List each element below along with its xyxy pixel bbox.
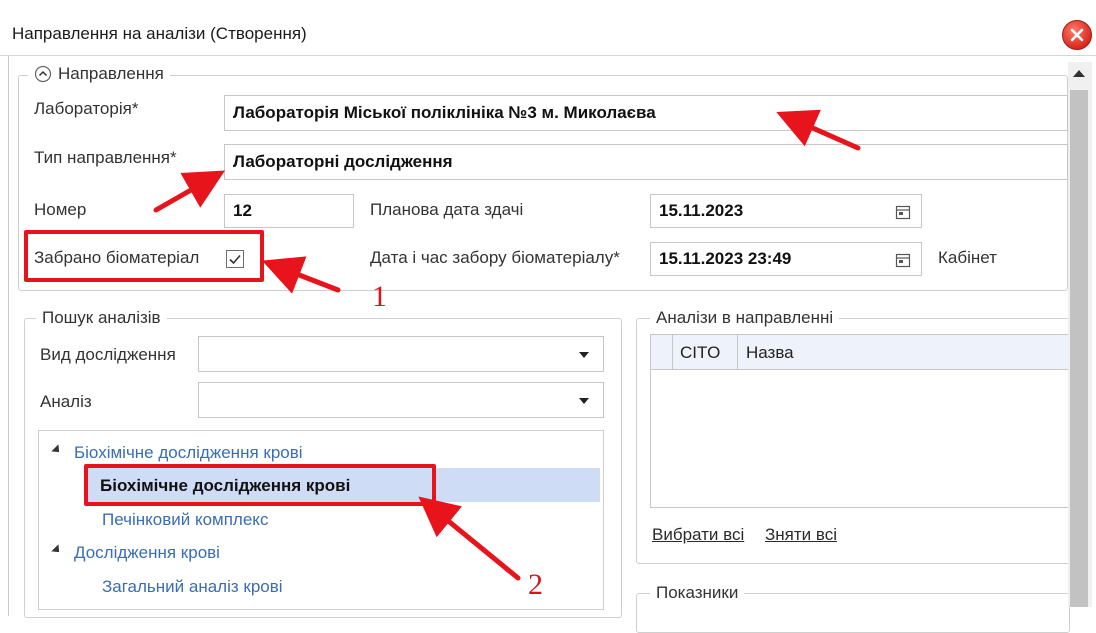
arrow-collected bbox=[262, 256, 341, 294]
arrow-laboratory bbox=[776, 109, 861, 151]
arrow-tree-item bbox=[418, 496, 521, 581]
arrow-direction-type bbox=[153, 170, 226, 213]
annotation-number-2: 2 bbox=[528, 568, 543, 601]
annotation-arrows bbox=[153, 109, 861, 581]
annotation-number-1: 1 bbox=[372, 280, 387, 313]
